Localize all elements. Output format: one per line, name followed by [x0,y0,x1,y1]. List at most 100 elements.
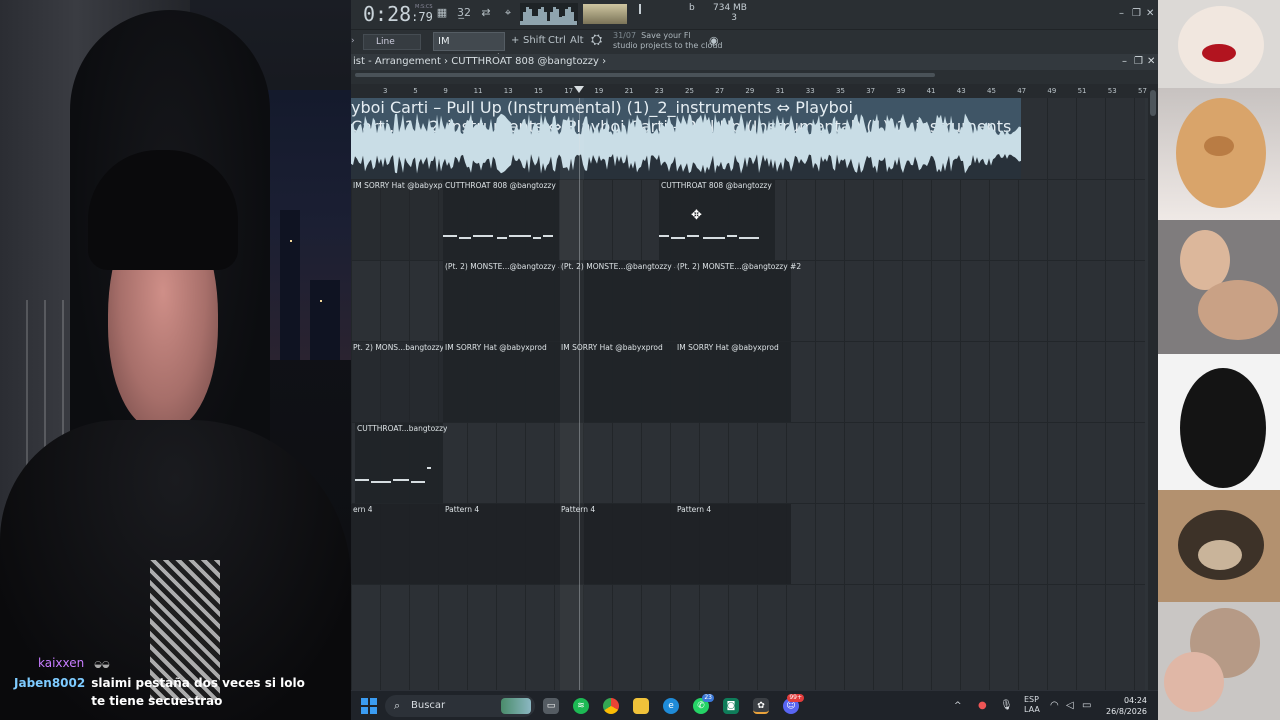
pattern-clip[interactable]: CUTTHROAT 808 @bangtozzy [443,180,559,260]
add-pattern-icon[interactable]: + [511,35,519,46]
chat-message: kaixxen ◒◒ [14,654,334,674]
file-explorer-icon[interactable] [633,698,649,714]
timeline-ruler[interactable]: 3 5 9 11 13 15 17 19 21 23 25 27 29 31 33 35 37 39 41 43 45 4… [351,84,1148,98]
voices-count: b [689,3,695,13]
playhead-line[interactable] [579,98,580,690]
ruler-mark: 15 [534,87,543,95]
scope-bar [574,20,577,25]
chrome-icon[interactable] [603,698,619,714]
close-icon[interactable]: ✕ [1146,8,1154,19]
chat-emote: ◒◒ [94,660,110,670]
playlist-tracks[interactable]: yboi Carti – Pull Up (Instrumental) (1)_… [351,98,1145,690]
audio-clip[interactable]: yboi Carti – Pull Up (Instrumental) (1)_… [351,98,1021,179]
clip-label: (Pt. 2) MONSTE...@bangtozzy #2 [445,262,570,271]
clip-label: Pattern 4 [445,505,480,514]
search-icon: ⌕ [394,699,401,712]
wifi-icon[interactable]: ◠ [1050,700,1059,711]
task-view-icon[interactable]: ▭ [543,698,559,714]
widget-icon[interactable] [501,698,531,714]
discord-icon[interactable]: ☺ 99+ [783,694,804,714]
chat-overlay: kaixxen ◒◒ Jaben8002 slaimi pestaña dos … [14,654,334,710]
pattern-clip[interactable]: IM SORRY Hat @babyxprod [675,342,791,422]
clip-label: CUTTHROAT...bangtozzy [357,424,448,433]
edge-icon[interactable]: e [663,698,679,714]
hair [88,150,238,270]
notice-close-icon[interactable]: ◉ [709,34,719,47]
clock-date: 26/8/2026 [1106,707,1148,716]
snap-select[interactable]: Line [363,34,421,50]
taskbar-clock[interactable]: 04:24 26/8/2026 [1106,695,1147,717]
start-button[interactable] [361,698,377,714]
ruler-mark: 31 [775,87,785,95]
playhead-marker[interactable] [574,86,584,93]
alt-button[interactable]: Alt [570,35,584,46]
ruler-mark: 35 [836,87,845,95]
ruler-mark: 3 [383,87,388,95]
pattern-clip[interactable]: Pattern 4 [675,504,791,584]
clip-label: (Pt. 2) MONSTE...@bangtozzy #2 [677,262,802,271]
vertical-scrollbar[interactable] [1148,84,1158,690]
ruler-mark: 49 [1047,87,1057,95]
pattern-clip[interactable]: IM SORRY Hat @babyxprod [351,180,455,260]
battery-icon[interactable]: ▭ [1082,700,1091,711]
volume-icon[interactable]: ◁ [1066,700,1074,711]
spotify-icon[interactable]: ≋ [573,698,589,714]
clip-label: Pattern 4 [677,505,712,514]
pattern-clip[interactable]: (Pt. 2) MONSTE...@bangtozzy #2 [443,261,569,341]
ruler-mark: 23 [654,87,664,95]
windows-taskbar: ⌕ Buscar ▭ ≋ e ✆ 23 ◙ ✿ ☺ 99+ ^ ● 🎙 ESP LA… [351,690,1158,720]
pattern-clip[interactable]: Pattern 4 [443,504,559,584]
step-edit-icon[interactable]: 3̲2 [455,5,473,21]
vscroll-thumb[interactable] [1150,90,1156,116]
playlist-maximize-icon[interactable]: ❐ [1134,54,1143,70]
scroll-thumb[interactable] [355,73,935,77]
ctrl-button[interactable]: Ctrl [548,35,566,46]
cloud-icon[interactable]: ⛭ [591,32,602,48]
tool-arrow-icon[interactable]: › [351,36,355,46]
pattern-clip[interactable]: IM SORRY Hat @babyxprod [443,342,559,422]
minimize-icon[interactable]: – [1119,8,1124,19]
dog-image [1158,88,1280,220]
playlist-titlebar: ist - Arrangement › CUTTHROAT 808 @bangt… [351,54,1158,70]
pattern-clip[interactable]: CUTTHROAT 808 @bangtozzy [659,180,775,260]
dog-image [1158,602,1280,720]
chat-text: slaimi pestaña dos veces si lolo te tien… [91,676,305,708]
ruler-mark: 9 [443,87,448,95]
shift-button[interactable]: Shift [523,35,546,46]
ruler-mark: 43 [956,87,966,95]
playlist-title: ist - Arrangement › CUTTHROAT 808 @bangt… [353,56,607,67]
playlist-toolbar: › Line IM SOR..yxprod + Shift Ctrl Alt ⛭… [351,30,1158,64]
chat-message: Jaben8002 slaimi pestaña dos veces si lo… [14,674,334,710]
pattern-clip[interactable]: ern 4 [351,504,443,584]
waveform-path [351,113,1021,174]
lang-line1: ESP [1024,695,1039,704]
language-indicator[interactable]: ESP LAA [1024,695,1040,715]
ruler-mark: 41 [926,87,936,95]
metronome-icon[interactable]: ⌖ [499,5,517,21]
typing-keyboard-icon[interactable]: ▦ [433,5,451,21]
app-icon[interactable]: ◙ [723,698,739,714]
playlist-close-icon[interactable]: ✕ [1147,54,1155,70]
cpu-indicator-icon [639,4,641,14]
pattern-selector[interactable]: IM SOR..yxprod [433,32,505,64]
mic-icon[interactable]: 🎙 [1000,700,1013,711]
whatsapp-icon[interactable]: ✆ 23 [693,694,714,714]
pattern-clip[interactable]: (Pt. 2) MONSTE...@bangtozzy #2 [675,261,801,341]
clip-label: IM SORRY Hat @babyxprod [677,343,779,352]
ruler-mark: 17 [564,87,574,95]
maximize-icon[interactable]: ❐ [1132,8,1141,19]
horizontal-scrollbar[interactable] [351,70,1158,84]
loop-record-icon[interactable]: ⇄ [477,5,495,21]
ruler-mark: 47 [1017,87,1027,95]
playlist-minimize-icon[interactable]: – [1122,54,1127,70]
whatsapp-badge: 23 [702,694,714,702]
cloud-save-notice[interactable]: 31/07 Save your Fl studio projects to th… [613,31,723,51]
pattern-clip[interactable]: CUTTHROAT...bangtozzy [355,423,447,503]
fl-studio-icon[interactable]: ✿ [753,698,769,714]
clip-label: ern 4 [353,505,373,514]
time-value: 0:28 [363,2,412,26]
ruler-mark: 37 [866,87,876,95]
tray-app-icon[interactable]: ● [978,700,987,711]
tray-chevron-icon[interactable]: ^ [954,701,962,711]
pattern-clip[interactable]: Pt. 2) MONS...bangtozzy #2 [351,342,457,422]
